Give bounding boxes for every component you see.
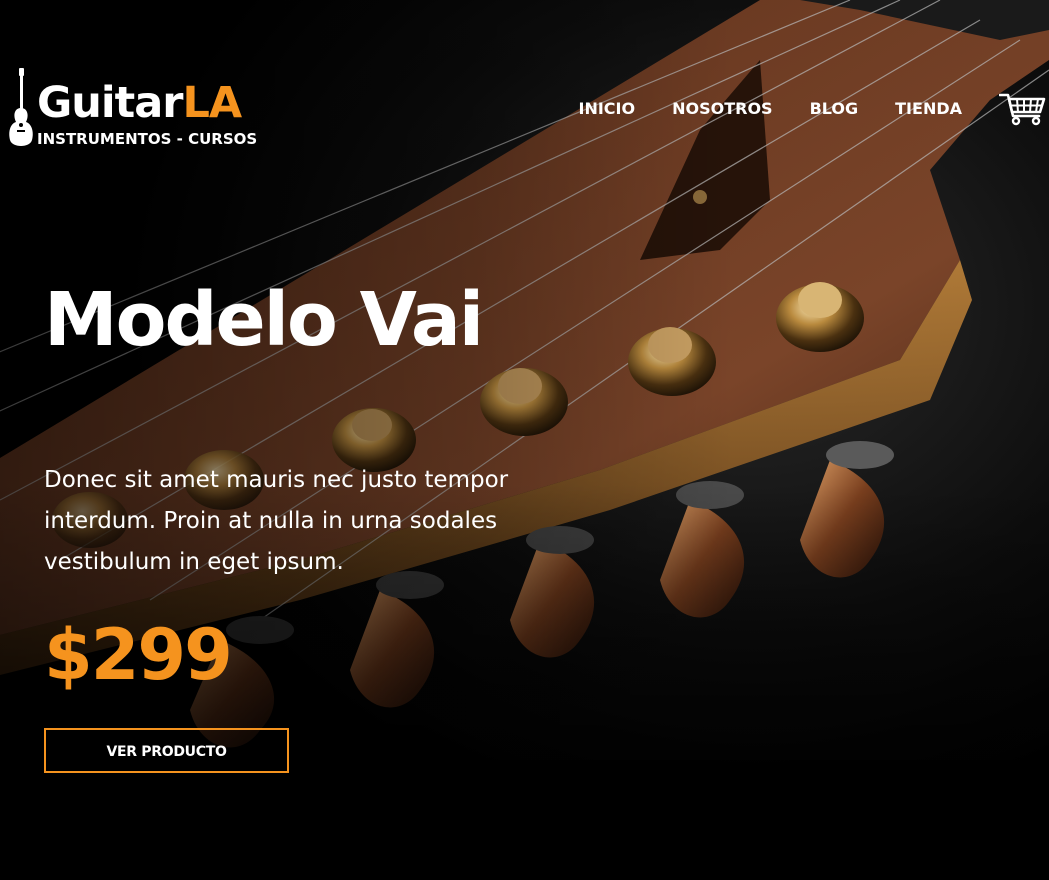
nav-link-blog[interactable]: BLOG xyxy=(810,99,859,118)
guitar-icon xyxy=(9,68,33,146)
site-header: GuitarLA INSTRUMENTOS - CURSOS INICIO NO… xyxy=(0,0,1049,200)
logo-name-main: Guitar xyxy=(37,78,183,128)
nav-link-nosotros[interactable]: NOSOTROS xyxy=(672,99,772,118)
main-navigation: INICIO NOSOTROS BLOG TIENDA xyxy=(579,90,1049,126)
logo-name-accent: LA xyxy=(182,78,242,128)
product-price: $299 xyxy=(44,614,233,696)
site-logo[interactable]: GuitarLA INSTRUMENTOS - CURSOS xyxy=(8,66,268,156)
logo-name: GuitarLA xyxy=(37,78,242,128)
page: GuitarLA INSTRUMENTOS - CURSOS INICIO NO… xyxy=(0,0,1049,880)
nav-link-inicio[interactable]: INICIO xyxy=(579,99,636,118)
shopping-cart-icon[interactable] xyxy=(999,90,1047,126)
logo-tagline: INSTRUMENTOS - CURSOS xyxy=(37,130,258,148)
view-product-button[interactable]: VER PRODUCTO xyxy=(44,728,289,773)
product-description: Donec sit amet mauris nec justo tempor i… xyxy=(44,467,509,575)
product-title: Modelo Vai xyxy=(44,277,484,363)
nav-link-tienda[interactable]: TIENDA xyxy=(895,99,962,118)
